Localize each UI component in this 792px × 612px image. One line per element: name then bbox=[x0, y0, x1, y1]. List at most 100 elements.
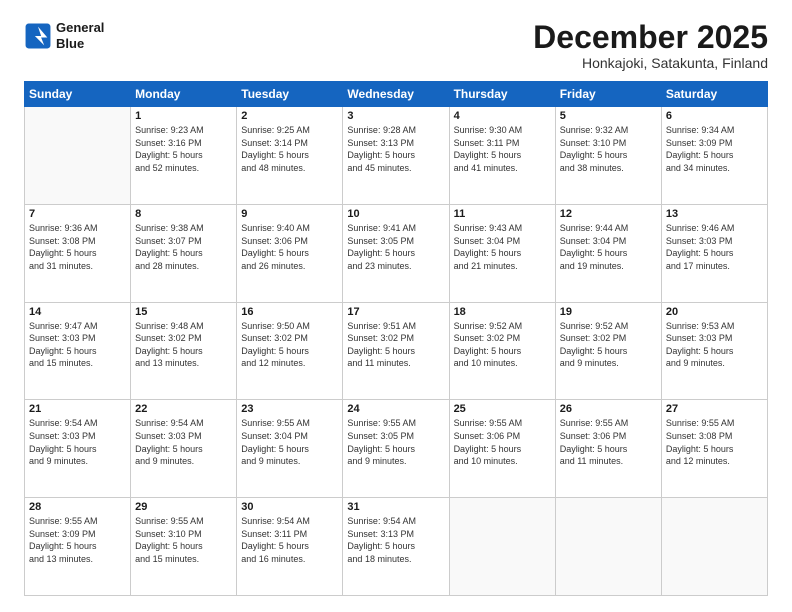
day-number: 19 bbox=[560, 306, 657, 318]
day-info: Sunrise: 9:54 AM Sunset: 3:03 PM Dayligh… bbox=[29, 417, 126, 467]
day-number: 27 bbox=[666, 403, 763, 415]
day-info: Sunrise: 9:55 AM Sunset: 3:05 PM Dayligh… bbox=[347, 417, 444, 467]
calendar-cell: 22 Sunrise: 9:54 AM Sunset: 3:03 PM Dayli… bbox=[131, 400, 237, 498]
day-number: 29 bbox=[135, 501, 232, 513]
day-number: 2 bbox=[241, 110, 338, 122]
day-number: 22 bbox=[135, 403, 232, 415]
calendar-cell: 1Sunrise: 9:23 AM Sunset: 3:16 PM Daylig… bbox=[131, 107, 237, 205]
calendar-cell: 14 Sunrise: 9:47 AM Sunset: 3:03 PM Dayli… bbox=[25, 302, 131, 400]
title-block: December 2025 Honkajoki, Satakunta, Finl… bbox=[533, 20, 768, 71]
calendar-cell: 8 Sunrise: 9:38 AM Sunset: 3:07 PM Daylig… bbox=[131, 204, 237, 302]
header-day-sunday: Sunday bbox=[25, 82, 131, 107]
calendar-cell: 3 Sunrise: 9:28 AM Sunset: 3:13 PM Daylig… bbox=[343, 107, 449, 205]
day-number: 4 bbox=[454, 110, 551, 122]
day-info: Sunrise: 9:54 AM Sunset: 3:03 PM Dayligh… bbox=[135, 417, 232, 467]
day-number: 21 bbox=[29, 403, 126, 415]
header-day-saturday: Saturday bbox=[661, 82, 767, 107]
day-number: 9 bbox=[241, 208, 338, 220]
day-number: 17 bbox=[347, 306, 444, 318]
day-number: 13 bbox=[666, 208, 763, 220]
calendar-cell: 20 Sunrise: 9:53 AM Sunset: 3:03 PM Dayli… bbox=[661, 302, 767, 400]
logo-icon bbox=[24, 22, 52, 50]
day-info: Sunrise: 9:50 AM Sunset: 3:02 PM Dayligh… bbox=[241, 320, 338, 370]
day-number: 15 bbox=[135, 306, 232, 318]
header-row: SundayMondayTuesdayWednesdayThursdayFrid… bbox=[25, 82, 768, 107]
day-info: Sunrise: 9:54 AM Sunset: 3:13 PM Dayligh… bbox=[347, 515, 444, 565]
calendar-cell: 25Sunrise: 9:55 AM Sunset: 3:06 PM Dayli… bbox=[449, 400, 555, 498]
calendar-cell: 16 Sunrise: 9:50 AM Sunset: 3:02 PM Dayli… bbox=[237, 302, 343, 400]
day-info: Sunrise: 9:52 AM Sunset: 3:02 PM Dayligh… bbox=[560, 320, 657, 370]
day-info: Sunrise: 9:55 AM Sunset: 3:06 PM Dayligh… bbox=[454, 417, 551, 467]
day-number: 8 bbox=[135, 208, 232, 220]
day-number: 10 bbox=[347, 208, 444, 220]
day-number: 18 bbox=[454, 306, 551, 318]
calendar-cell: 9 Sunrise: 9:40 AM Sunset: 3:06 PM Daylig… bbox=[237, 204, 343, 302]
day-info: Sunrise: 9:52 AM Sunset: 3:02 PM Dayligh… bbox=[454, 320, 551, 370]
day-number: 14 bbox=[29, 306, 126, 318]
day-info: Sunrise: 9:28 AM Sunset: 3:13 PM Dayligh… bbox=[347, 124, 444, 174]
day-info: Sunrise: 9:51 AM Sunset: 3:02 PM Dayligh… bbox=[347, 320, 444, 370]
calendar-cell bbox=[661, 498, 767, 596]
day-number: 30 bbox=[241, 501, 338, 513]
calendar-cell: 31 Sunrise: 9:54 AM Sunset: 3:13 PM Dayli… bbox=[343, 498, 449, 596]
week-row-4: 21 Sunrise: 9:54 AM Sunset: 3:03 PM Dayli… bbox=[25, 400, 768, 498]
calendar-cell: 26 Sunrise: 9:55 AM Sunset: 3:06 PM Dayli… bbox=[555, 400, 661, 498]
day-number: 12 bbox=[560, 208, 657, 220]
week-row-1: 1Sunrise: 9:23 AM Sunset: 3:16 PM Daylig… bbox=[25, 107, 768, 205]
day-number: 3 bbox=[347, 110, 444, 122]
day-info: Sunrise: 9:44 AM Sunset: 3:04 PM Dayligh… bbox=[560, 222, 657, 272]
day-info: Sunrise: 9:55 AM Sunset: 3:10 PM Dayligh… bbox=[135, 515, 232, 565]
day-number: 6 bbox=[666, 110, 763, 122]
day-number: 28 bbox=[29, 501, 126, 513]
header-day-friday: Friday bbox=[555, 82, 661, 107]
calendar-cell bbox=[449, 498, 555, 596]
calendar-cell: 27Sunrise: 9:55 AM Sunset: 3:08 PM Dayli… bbox=[661, 400, 767, 498]
calendar-cell: 21 Sunrise: 9:54 AM Sunset: 3:03 PM Dayli… bbox=[25, 400, 131, 498]
day-info: Sunrise: 9:40 AM Sunset: 3:06 PM Dayligh… bbox=[241, 222, 338, 272]
calendar-cell: 4Sunrise: 9:30 AM Sunset: 3:11 PM Daylig… bbox=[449, 107, 555, 205]
calendar-cell: 18 Sunrise: 9:52 AM Sunset: 3:02 PM Dayli… bbox=[449, 302, 555, 400]
calendar-cell bbox=[555, 498, 661, 596]
day-info: Sunrise: 9:38 AM Sunset: 3:07 PM Dayligh… bbox=[135, 222, 232, 272]
day-number: 31 bbox=[347, 501, 444, 513]
calendar-cell: 13 Sunrise: 9:46 AM Sunset: 3:03 PM Dayli… bbox=[661, 204, 767, 302]
calendar-cell: 10 Sunrise: 9:41 AM Sunset: 3:05 PM Dayli… bbox=[343, 204, 449, 302]
week-row-2: 7Sunrise: 9:36 AM Sunset: 3:08 PM Daylig… bbox=[25, 204, 768, 302]
calendar-title: December 2025 bbox=[533, 20, 768, 55]
day-info: Sunrise: 9:25 AM Sunset: 3:14 PM Dayligh… bbox=[241, 124, 338, 174]
calendar-cell: 19 Sunrise: 9:52 AM Sunset: 3:02 PM Dayli… bbox=[555, 302, 661, 400]
calendar-cell: 30 Sunrise: 9:54 AM Sunset: 3:11 PM Dayli… bbox=[237, 498, 343, 596]
calendar-cell: 24 Sunrise: 9:55 AM Sunset: 3:05 PM Dayli… bbox=[343, 400, 449, 498]
day-number: 24 bbox=[347, 403, 444, 415]
calendar-cell: 5Sunrise: 9:32 AM Sunset: 3:10 PM Daylig… bbox=[555, 107, 661, 205]
week-row-5: 28 Sunrise: 9:55 AM Sunset: 3:09 PM Dayli… bbox=[25, 498, 768, 596]
day-info: Sunrise: 9:47 AM Sunset: 3:03 PM Dayligh… bbox=[29, 320, 126, 370]
day-number: 1 bbox=[135, 110, 232, 122]
calendar-cell: 6 Sunrise: 9:34 AM Sunset: 3:09 PM Daylig… bbox=[661, 107, 767, 205]
calendar-page: General Blue December 2025 Honkajoki, Sa… bbox=[0, 0, 792, 612]
calendar-cell: 2 Sunrise: 9:25 AM Sunset: 3:14 PM Daylig… bbox=[237, 107, 343, 205]
calendar-cell: 29 Sunrise: 9:55 AM Sunset: 3:10 PM Dayli… bbox=[131, 498, 237, 596]
calendar-cell: 28 Sunrise: 9:55 AM Sunset: 3:09 PM Dayli… bbox=[25, 498, 131, 596]
calendar-cell: 11Sunrise: 9:43 AM Sunset: 3:04 PM Dayli… bbox=[449, 204, 555, 302]
logo-text-blue: Blue bbox=[56, 36, 104, 52]
day-info: Sunrise: 9:34 AM Sunset: 3:09 PM Dayligh… bbox=[666, 124, 763, 174]
day-number: 16 bbox=[241, 306, 338, 318]
header-day-tuesday: Tuesday bbox=[237, 82, 343, 107]
calendar-cell: 7Sunrise: 9:36 AM Sunset: 3:08 PM Daylig… bbox=[25, 204, 131, 302]
day-info: Sunrise: 9:41 AM Sunset: 3:05 PM Dayligh… bbox=[347, 222, 444, 272]
header-day-wednesday: Wednesday bbox=[343, 82, 449, 107]
day-number: 26 bbox=[560, 403, 657, 415]
logo: General Blue bbox=[24, 20, 104, 51]
day-info: Sunrise: 9:54 AM Sunset: 3:11 PM Dayligh… bbox=[241, 515, 338, 565]
calendar-cell: 17 Sunrise: 9:51 AM Sunset: 3:02 PM Dayli… bbox=[343, 302, 449, 400]
day-info: Sunrise: 9:46 AM Sunset: 3:03 PM Dayligh… bbox=[666, 222, 763, 272]
logo-text-general: General bbox=[56, 20, 104, 36]
day-info: Sunrise: 9:55 AM Sunset: 3:09 PM Dayligh… bbox=[29, 515, 126, 565]
calendar-cell: 23Sunrise: 9:55 AM Sunset: 3:04 PM Dayli… bbox=[237, 400, 343, 498]
week-row-3: 14 Sunrise: 9:47 AM Sunset: 3:03 PM Dayli… bbox=[25, 302, 768, 400]
day-number: 20 bbox=[666, 306, 763, 318]
day-number: 5 bbox=[560, 110, 657, 122]
day-info: Sunrise: 9:55 AM Sunset: 3:06 PM Dayligh… bbox=[560, 417, 657, 467]
day-info: Sunrise: 9:53 AM Sunset: 3:03 PM Dayligh… bbox=[666, 320, 763, 370]
